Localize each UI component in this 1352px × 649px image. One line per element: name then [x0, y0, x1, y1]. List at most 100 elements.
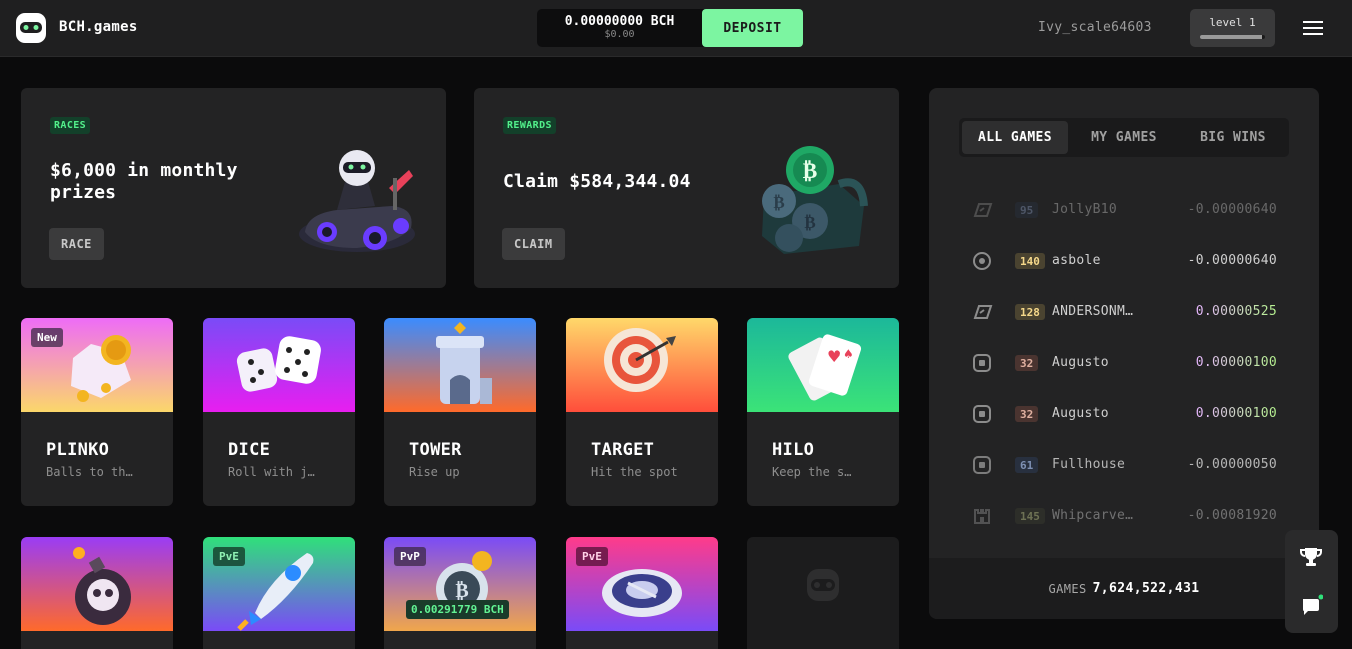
feed-row[interactable]: 95 JollyB10 -0.00000640 — [971, 198, 1277, 222]
promo-tag: RACES — [50, 117, 91, 134]
dice-icon — [971, 454, 993, 476]
wallet-widget: 0.00000000 BCH $0.00 DEPOSIT — [537, 9, 803, 47]
dice-icon — [971, 352, 993, 374]
feed-row[interactable]: 61 Fullhouse -0.00000050 — [971, 453, 1277, 477]
game-card-target[interactable]: TARGET Hit the spot — [566, 318, 718, 506]
player-name[interactable]: Whipcarve… — [1052, 508, 1133, 523]
dice-icon — [971, 403, 993, 425]
game-card-hilo[interactable]: ♥ ♠ HILO Keep the s… — [747, 318, 899, 506]
game-title: HILO — [772, 440, 815, 460]
game-title: DICE — [228, 440, 271, 460]
level-badge[interactable]: level 1 — [1190, 9, 1275, 47]
feed-tabs: ALL GAMES MY GAMES BIG WINS — [959, 118, 1289, 157]
hamburger-menu-icon[interactable] — [1303, 20, 1325, 36]
deposit-button[interactable]: DEPOSIT — [702, 9, 803, 47]
balance-usd: $0.00 — [604, 29, 635, 40]
feed-row[interactable]: 32 Augusto 0.00000100 — [971, 402, 1277, 426]
promo-tag: REWARDS — [503, 117, 556, 134]
feed-row[interactable]: 145 Whipcarve… -0.00081920 — [971, 504, 1277, 528]
tower-art-icon — [384, 318, 536, 412]
placeholder-logo-icon — [807, 569, 839, 601]
feed-row[interactable]: 128 ANDERSONM… 0.00000525 — [971, 300, 1277, 324]
game-card-mines[interactable] — [21, 537, 173, 649]
treasure-chest-icon: ₿ ₿ ₿ — [762, 146, 868, 254]
races-promo-card[interactable]: RACES $6,000 in monthly prizes RACE — [21, 88, 446, 288]
games-counter: GAMES 7,624,522,431 — [929, 558, 1319, 619]
game-subtitle: Balls to th… — [46, 465, 133, 479]
trophy-icon[interactable] — [1299, 545, 1323, 569]
brand-name[interactable]: BCH.games — [59, 19, 138, 35]
bet-amount: -0.00000050 — [1187, 457, 1277, 472]
tab-all-games[interactable]: ALL GAMES — [962, 121, 1068, 154]
svg-text:₿: ₿ — [773, 193, 784, 213]
pvp-badge: PvP — [394, 547, 426, 566]
game-subtitle: Hit the spot — [591, 465, 678, 479]
games-counter-value: 7,624,522,431 — [1092, 581, 1200, 596]
pve-badge: PvE — [213, 547, 245, 566]
pve-badge: PvE — [576, 547, 608, 566]
bet-amount: 0.00000100 — [1195, 406, 1277, 421]
new-badge: New — [31, 328, 63, 347]
game-card-roulette[interactable]: PvE — [566, 537, 718, 649]
promo-title: $6,000 in monthly prizes — [50, 160, 238, 203]
top-bar: BCH.games 0.00000000 BCH $0.00 DEPOSIT I… — [0, 0, 1352, 57]
svg-text:₿: ₿ — [455, 578, 468, 602]
level-label: level 1 — [1209, 16, 1256, 29]
user-level-badge: 95 — [1015, 202, 1039, 218]
bet-amount: 0.00000525 — [1195, 304, 1277, 319]
game-title: TARGET — [591, 440, 655, 460]
hilo-art-icon: ♥ ♠ — [747, 318, 899, 412]
chat-icon[interactable] — [1299, 594, 1323, 618]
claim-button[interactable]: CLAIM — [502, 228, 565, 260]
game-card-dice[interactable]: DICE Roll with j… — [203, 318, 355, 506]
svg-text:♠: ♠ — [843, 347, 854, 361]
game-title: PLINKO — [46, 440, 110, 460]
svg-text:₿: ₿ — [803, 159, 818, 184]
promo-title: Claim $584,344.04 — [503, 171, 691, 192]
game-title: TOWER — [409, 440, 462, 460]
svg-text:♥: ♥ — [827, 347, 841, 366]
target-art-icon — [566, 318, 718, 412]
balance-bch[interactable]: 0.00000000 BCH — [537, 14, 702, 29]
game-subtitle: Roll with j… — [228, 465, 315, 479]
user-level-badge: 61 — [1015, 457, 1039, 473]
game-subtitle: Keep the s… — [772, 465, 852, 479]
tab-my-games[interactable]: MY GAMES — [1071, 121, 1177, 154]
bet-amount: -0.00081920 — [1187, 508, 1277, 523]
player-name[interactable]: asbole — [1052, 253, 1101, 268]
floating-actions — [1285, 530, 1338, 633]
user-level-badge: 32 — [1015, 406, 1039, 422]
plinko-icon — [971, 199, 993, 221]
game-card-coming-soon — [747, 537, 899, 649]
bet-amount: 0.00000100 — [1195, 355, 1277, 370]
feed-row[interactable]: 32 Augusto 0.00000100 — [971, 351, 1277, 375]
bch-games-logo-icon[interactable] — [16, 13, 46, 43]
game-subtitle: Rise up — [409, 465, 460, 479]
tab-big-wins[interactable]: BIG WINS — [1180, 121, 1286, 154]
player-name[interactable]: Augusto — [1052, 355, 1109, 370]
game-card-plinko[interactable]: New PLINKO Balls to th… — [21, 318, 173, 506]
user-level-badge: 32 — [1015, 355, 1039, 371]
player-name[interactable]: Augusto — [1052, 406, 1109, 421]
games-counter-label: GAMES — [1048, 581, 1087, 596]
rewards-promo-card[interactable]: REWARDS Claim $584,344.04 CLAIM ₿ ₿ ₿ — [474, 88, 899, 288]
dice-art-icon — [203, 318, 355, 412]
tower-icon — [971, 505, 993, 527]
bet-amount: -0.00000640 — [1187, 253, 1277, 268]
player-name[interactable]: ANDERSONM… — [1052, 304, 1133, 319]
player-name[interactable]: JollyB10 — [1052, 202, 1117, 217]
go-kart-icon — [299, 150, 415, 252]
user-level-badge: 128 — [1015, 304, 1045, 320]
username[interactable]: Ivy_scale64603 — [1038, 20, 1152, 35]
plinko-icon — [971, 301, 993, 323]
live-bets-panel: ALL GAMES MY GAMES BIG WINS 95 JollyB10 -0… — [929, 88, 1319, 619]
game-card-pvp-coinflip[interactable]: ₿ PvP 0.00291779 BCH — [384, 537, 536, 649]
pvp-prize-badge: 0.00291779 BCH — [406, 600, 509, 619]
user-level-badge: 140 — [1015, 253, 1045, 269]
player-name[interactable]: Fullhouse — [1052, 457, 1125, 472]
target-icon — [971, 250, 993, 272]
race-button[interactable]: RACE — [49, 228, 104, 260]
game-card-tower[interactable]: TOWER Rise up — [384, 318, 536, 506]
feed-row[interactable]: 140 asbole -0.00000640 — [971, 249, 1277, 273]
game-card-crash[interactable]: PvE — [203, 537, 355, 649]
